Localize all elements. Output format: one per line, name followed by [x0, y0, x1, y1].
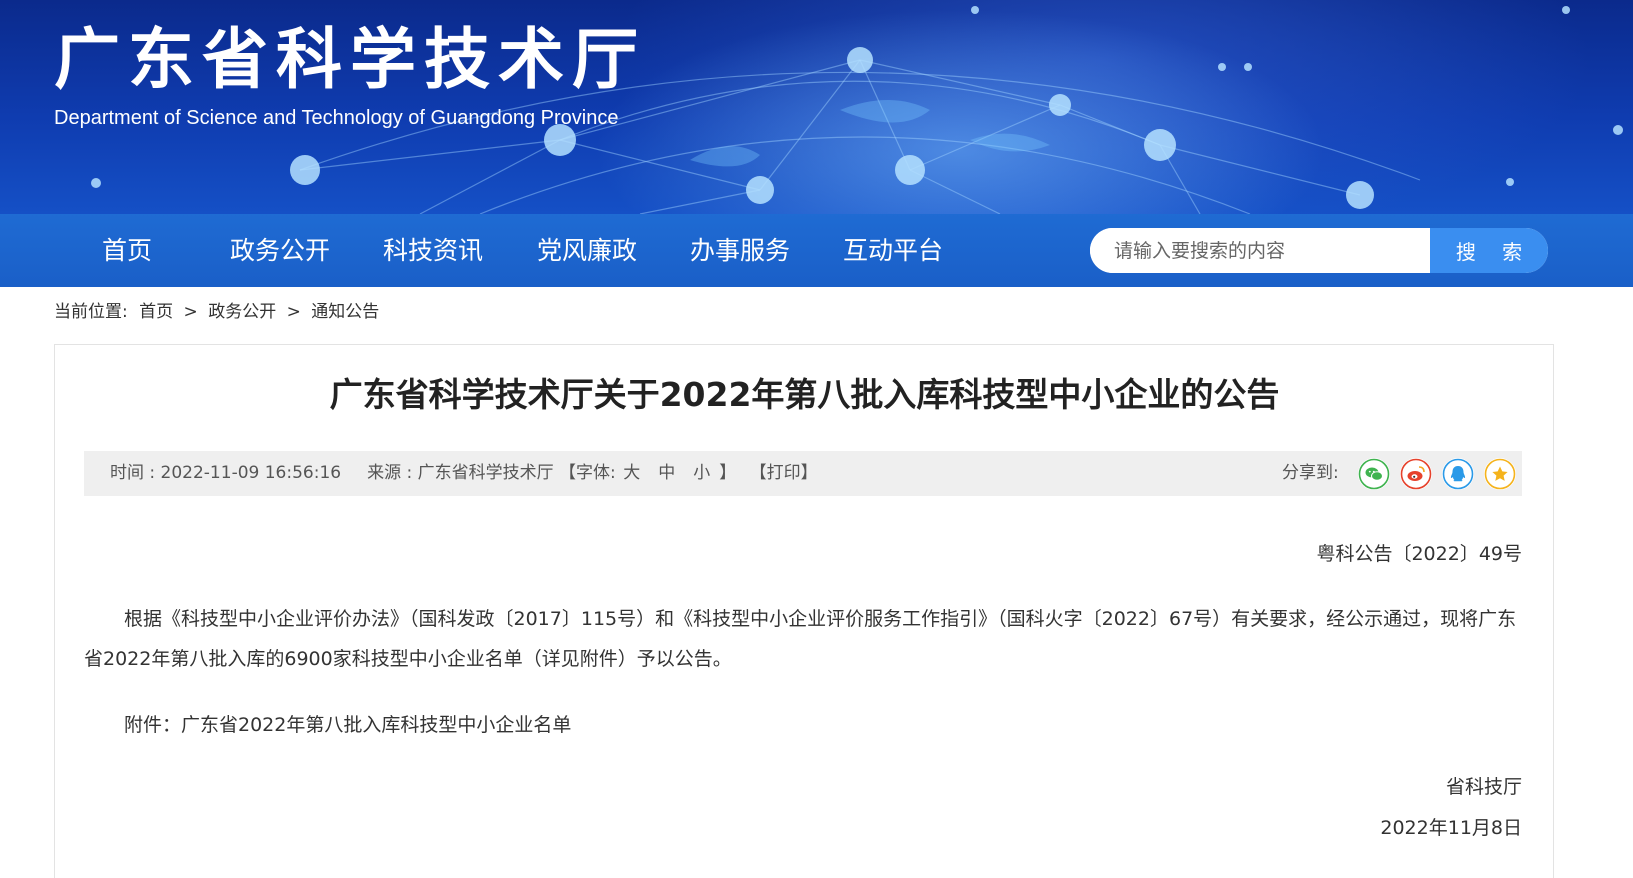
font-size-close: 】	[719, 463, 737, 483]
breadcrumb: 当前位置: 首页 > 政务公开 > 通知公告	[54, 298, 379, 326]
attachment-link[interactable]: 附件：广东省2022年第八批入库科技型中小企业名单	[84, 705, 1522, 745]
font-size-small-button[interactable]: 小	[693, 451, 710, 496]
main-nav: 首页 政务公开 科技资讯 党风廉政 办事服务 互动平台 搜 索	[0, 214, 1633, 287]
qq-icon[interactable]	[1442, 458, 1474, 490]
font-size-open: 【字体:	[559, 463, 616, 483]
breadcrumb-government-affairs[interactable]: 政务公开	[208, 298, 276, 326]
publish-time: 时间 : 2022-11-09 16:56:16	[110, 463, 342, 483]
article-title: 广东省科学技术厅关于2022年第八批入库科技型中小企业的公告	[329, 375, 1280, 414]
breadcrumb-label: 当前位置:	[54, 302, 128, 322]
article-paragraph: 根据《科技型中小企业评价办法》（国科发政〔2017〕115号）和《科技型中小企业…	[84, 608, 1517, 670]
nav-item-tech-news[interactable]: 科技资讯	[383, 214, 483, 287]
share-label: 分享到:	[1282, 463, 1339, 483]
article-meta-bar: 时间 : 2022-11-09 16:56:16 来源 : 广东省科学技术厅 【字…	[84, 451, 1522, 496]
nav-item-interaction[interactable]: 互动平台	[843, 214, 943, 287]
weibo-icon[interactable]	[1400, 458, 1432, 490]
meta-info: 时间 : 2022-11-09 16:56:16 来源 : 广东省科学技术厅 【字…	[110, 451, 818, 496]
font-size-medium-button[interactable]: 中	[658, 451, 675, 496]
site-title: 广东省科学技术厅	[54, 21, 646, 98]
nav-item-home[interactable]: 首页	[102, 214, 152, 287]
site-subtitle: Department of Science and Technology of …	[54, 107, 619, 129]
nav-item-government-affairs[interactable]: 政务公开	[230, 214, 330, 287]
font-size-large-button[interactable]: 大	[623, 451, 640, 496]
document-number: 粤科公告〔2022〕49号	[1316, 543, 1522, 565]
breadcrumb-separator: >	[183, 302, 198, 322]
article-source: 来源 : 广东省科学技术厅	[367, 463, 554, 483]
search-input[interactable]	[1090, 228, 1430, 273]
nav-item-party-integrity[interactable]: 党风廉政	[537, 214, 637, 287]
nav-item-services[interactable]: 办事服务	[690, 214, 790, 287]
search-button[interactable]: 搜 索	[1430, 228, 1548, 273]
signature-organization: 省科技厅	[1445, 776, 1522, 798]
site-banner: 广东省科学技术厅 Department of Science and Techn…	[0, 0, 1633, 214]
signature-date: 2022年11月8日	[1380, 817, 1522, 839]
qzone-icon[interactable]	[1484, 458, 1516, 490]
search-box: 搜 索	[1090, 228, 1548, 273]
breadcrumb-separator: >	[286, 302, 301, 322]
print-button[interactable]: 【打印】	[750, 463, 818, 483]
breadcrumb-home[interactable]: 首页	[139, 298, 173, 326]
wechat-icon[interactable]	[1358, 458, 1390, 490]
breadcrumb-notices[interactable]: 通知公告	[311, 298, 379, 326]
